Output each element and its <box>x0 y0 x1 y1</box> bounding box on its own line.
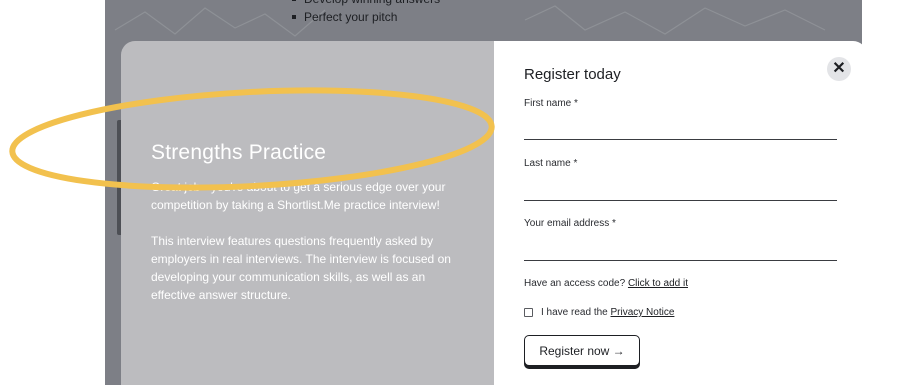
first-name-label: First name * <box>524 98 578 109</box>
last-name-field[interactable] <box>524 200 837 201</box>
first-name-field[interactable] <box>524 139 837 140</box>
registration-modal: Strengths Practice Great job - you're ab… <box>121 41 867 385</box>
background-bullet: Develop winning answers <box>290 0 440 8</box>
privacy-notice-link[interactable]: Privacy Notice <box>611 307 675 318</box>
practice-title: Strengths Practice <box>151 141 327 164</box>
modal-form-panel: Register today First name * Last name * … <box>494 41 867 385</box>
privacy-text: I have read the <box>541 307 608 318</box>
description-paragraph: This interview features questions freque… <box>151 234 451 302</box>
privacy-row: I have read the Privacy Notice <box>524 307 674 318</box>
background-sketch <box>114 5 826 37</box>
background-bullet: Perfect your pitch <box>290 8 440 26</box>
privacy-checkbox[interactable] <box>524 308 533 317</box>
access-code-row: Have an access code? Click to add it <box>524 278 688 289</box>
intro-paragraph: Great job - you're about to get a seriou… <box>151 180 446 212</box>
email-field[interactable] <box>524 260 837 261</box>
register-now-button[interactable]: Register now → <box>524 335 640 366</box>
background-bullet-list: Develop winning answers Perfect your pit… <box>290 0 440 26</box>
modal-info-panel: Strengths Practice Great job - you're ab… <box>121 41 494 385</box>
access-code-text: Have an access code? <box>524 278 626 289</box>
close-icon[interactable]: ✕ <box>827 57 851 81</box>
register-title: Register today <box>524 66 621 83</box>
access-code-link[interactable]: Click to add it <box>628 278 688 289</box>
email-label: Your email address * <box>524 218 616 229</box>
last-name-label: Last name * <box>524 158 578 169</box>
